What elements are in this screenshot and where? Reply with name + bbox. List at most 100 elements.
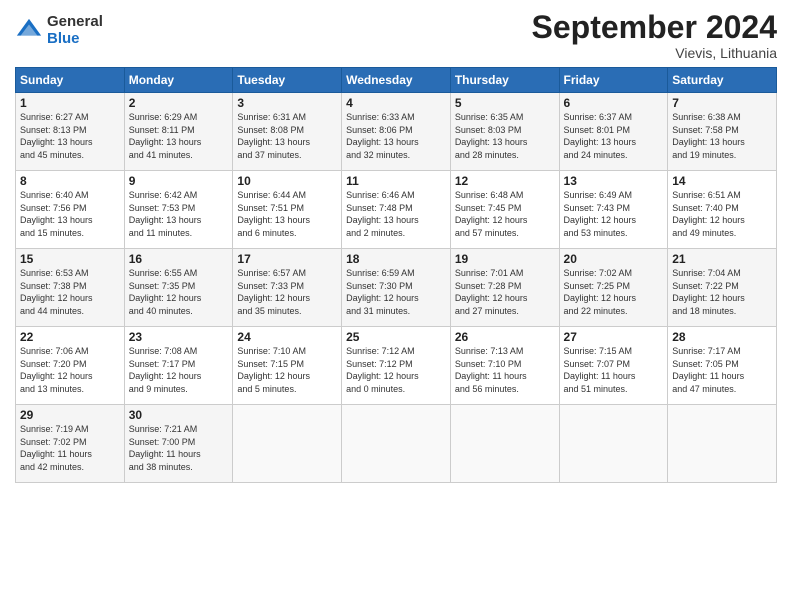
main-container: General Blue September 2024 Vievis, Lith…	[0, 0, 792, 493]
table-cell: 19Sunrise: 7:01 AMSunset: 7:28 PMDayligh…	[450, 249, 559, 327]
day-number: 12	[455, 174, 555, 188]
day-info: Sunrise: 6:46 AMSunset: 7:48 PMDaylight:…	[346, 190, 419, 238]
day-info: Sunrise: 7:15 AMSunset: 7:07 PMDaylight:…	[564, 346, 636, 394]
table-row: 29Sunrise: 7:19 AMSunset: 7:02 PMDayligh…	[16, 405, 777, 483]
table-cell: 21Sunrise: 7:04 AMSunset: 7:22 PMDayligh…	[668, 249, 777, 327]
day-info: Sunrise: 7:21 AMSunset: 7:00 PMDaylight:…	[129, 424, 201, 472]
day-number: 10	[237, 174, 337, 188]
day-number: 1	[20, 96, 120, 110]
table-cell: 14 Sunrise: 6:51 AMSunset: 7:40 PMDayligh…	[668, 171, 777, 249]
table-cell: 30 Sunrise: 7:21 AMSunset: 7:00 PMDayligh…	[124, 405, 233, 483]
col-tuesday: Tuesday	[233, 68, 342, 93]
col-wednesday: Wednesday	[342, 68, 451, 93]
day-info: Sunrise: 7:04 AMSunset: 7:22 PMDaylight:…	[672, 268, 745, 316]
table-cell	[233, 405, 342, 483]
logo-icon	[15, 17, 43, 45]
day-number: 17	[237, 252, 337, 266]
table-cell: 16Sunrise: 6:55 AMSunset: 7:35 PMDayligh…	[124, 249, 233, 327]
table-cell: 10 Sunrise: 6:44 AMSunset: 7:51 PMDayligh…	[233, 171, 342, 249]
day-number: 11	[346, 174, 446, 188]
table-cell: 22 Sunrise: 7:06 AMSunset: 7:20 PMDayligh…	[16, 327, 125, 405]
day-info: Sunrise: 6:49 AMSunset: 7:43 PMDaylight:…	[564, 190, 637, 238]
col-sunday: Sunday	[16, 68, 125, 93]
table-cell: 4 Sunrise: 6:33 AMSunset: 8:06 PMDaylight…	[342, 93, 451, 171]
logo: General Blue	[15, 14, 103, 47]
day-number: 16	[129, 252, 229, 266]
table-cell	[668, 405, 777, 483]
col-monday: Monday	[124, 68, 233, 93]
day-number: 14	[672, 174, 772, 188]
day-info: Sunrise: 6:59 AMSunset: 7:30 PMDaylight:…	[346, 268, 419, 316]
table-cell: 6 Sunrise: 6:37 AMSunset: 8:01 PMDaylight…	[559, 93, 668, 171]
table-cell: 26Sunrise: 7:13 AMSunset: 7:10 PMDayligh…	[450, 327, 559, 405]
day-info: Sunrise: 7:08 AMSunset: 7:17 PMDaylight:…	[129, 346, 202, 394]
day-number: 4	[346, 96, 446, 110]
calendar-table: Sunday Monday Tuesday Wednesday Thursday…	[15, 67, 777, 483]
day-info: Sunrise: 6:33 AMSunset: 8:06 PMDaylight:…	[346, 112, 419, 160]
day-info: Sunrise: 7:06 AMSunset: 7:20 PMDaylight:…	[20, 346, 93, 394]
header: General Blue September 2024 Vievis, Lith…	[15, 10, 777, 61]
month-title: September 2024	[532, 10, 777, 45]
day-number: 27	[564, 330, 664, 344]
table-cell: 25 Sunrise: 7:12 AMSunset: 7:12 PMDayligh…	[342, 327, 451, 405]
table-cell: 28Sunrise: 7:17 AMSunset: 7:05 PMDayligh…	[668, 327, 777, 405]
day-number: 8	[20, 174, 120, 188]
col-friday: Friday	[559, 68, 668, 93]
day-number: 2	[129, 96, 229, 110]
table-cell	[450, 405, 559, 483]
title-block: September 2024 Vievis, Lithuania	[532, 10, 777, 61]
table-row: 15 Sunrise: 6:53 AMSunset: 7:38 PMDayligh…	[16, 249, 777, 327]
table-cell: 13Sunrise: 6:49 AMSunset: 7:43 PMDayligh…	[559, 171, 668, 249]
day-info: Sunrise: 7:02 AMSunset: 7:25 PMDaylight:…	[564, 268, 637, 316]
day-info: Sunrise: 7:13 AMSunset: 7:10 PMDaylight:…	[455, 346, 527, 394]
col-thursday: Thursday	[450, 68, 559, 93]
day-info: Sunrise: 6:44 AMSunset: 7:51 PMDaylight:…	[237, 190, 310, 238]
table-cell: 29Sunrise: 7:19 AMSunset: 7:02 PMDayligh…	[16, 405, 125, 483]
table-cell: 23 Sunrise: 7:08 AMSunset: 7:17 PMDayligh…	[124, 327, 233, 405]
logo-text: General Blue	[47, 14, 103, 47]
day-number: 28	[672, 330, 772, 344]
logo-blue: Blue	[47, 31, 103, 48]
day-info: Sunrise: 7:10 AMSunset: 7:15 PMDaylight:…	[237, 346, 310, 394]
day-number: 5	[455, 96, 555, 110]
day-number: 30	[129, 408, 229, 422]
day-number: 23	[129, 330, 229, 344]
table-cell: 15 Sunrise: 6:53 AMSunset: 7:38 PMDayligh…	[16, 249, 125, 327]
day-info: Sunrise: 6:37 AMSunset: 8:01 PMDaylight:…	[564, 112, 637, 160]
table-cell: 9Sunrise: 6:42 AMSunset: 7:53 PMDaylight…	[124, 171, 233, 249]
day-number: 20	[564, 252, 664, 266]
day-info: Sunrise: 6:31 AMSunset: 8:08 PMDaylight:…	[237, 112, 310, 160]
day-number: 7	[672, 96, 772, 110]
day-info: Sunrise: 6:48 AMSunset: 7:45 PMDaylight:…	[455, 190, 528, 238]
table-row: 8 Sunrise: 6:40 AMSunset: 7:56 PMDaylight…	[16, 171, 777, 249]
table-cell: 24Sunrise: 7:10 AMSunset: 7:15 PMDayligh…	[233, 327, 342, 405]
day-info: Sunrise: 6:35 AMSunset: 8:03 PMDaylight:…	[455, 112, 528, 160]
table-row: 22 Sunrise: 7:06 AMSunset: 7:20 PMDayligh…	[16, 327, 777, 405]
table-cell: 2Sunrise: 6:29 AMSunset: 8:11 PMDaylight…	[124, 93, 233, 171]
day-number: 25	[346, 330, 446, 344]
table-cell: 27 Sunrise: 7:15 AMSunset: 7:07 PMDayligh…	[559, 327, 668, 405]
day-number: 29	[20, 408, 120, 422]
day-info: Sunrise: 7:12 AMSunset: 7:12 PMDaylight:…	[346, 346, 419, 394]
day-number: 15	[20, 252, 120, 266]
table-cell: 11 Sunrise: 6:46 AMSunset: 7:48 PMDayligh…	[342, 171, 451, 249]
day-info: Sunrise: 7:01 AMSunset: 7:28 PMDaylight:…	[455, 268, 528, 316]
day-number: 18	[346, 252, 446, 266]
table-cell: 17 Sunrise: 6:57 AMSunset: 7:33 PMDayligh…	[233, 249, 342, 327]
day-info: Sunrise: 6:27 AMSunset: 8:13 PMDaylight:…	[20, 112, 93, 160]
table-cell: 20 Sunrise: 7:02 AMSunset: 7:25 PMDayligh…	[559, 249, 668, 327]
table-cell: 5 Sunrise: 6:35 AMSunset: 8:03 PMDaylight…	[450, 93, 559, 171]
table-cell: 8 Sunrise: 6:40 AMSunset: 7:56 PMDaylight…	[16, 171, 125, 249]
col-saturday: Saturday	[668, 68, 777, 93]
day-number: 6	[564, 96, 664, 110]
table-cell: 12 Sunrise: 6:48 AMSunset: 7:45 PMDayligh…	[450, 171, 559, 249]
location: Vievis, Lithuania	[532, 45, 777, 61]
table-cell	[559, 405, 668, 483]
day-number: 22	[20, 330, 120, 344]
day-info: Sunrise: 6:53 AMSunset: 7:38 PMDaylight:…	[20, 268, 93, 316]
day-info: Sunrise: 6:42 AMSunset: 7:53 PMDaylight:…	[129, 190, 202, 238]
day-info: Sunrise: 6:57 AMSunset: 7:33 PMDaylight:…	[237, 268, 310, 316]
table-cell: 1 Sunrise: 6:27 AMSunset: 8:13 PMDaylight…	[16, 93, 125, 171]
day-info: Sunrise: 6:51 AMSunset: 7:40 PMDaylight:…	[672, 190, 745, 238]
day-info: Sunrise: 6:40 AMSunset: 7:56 PMDaylight:…	[20, 190, 93, 238]
